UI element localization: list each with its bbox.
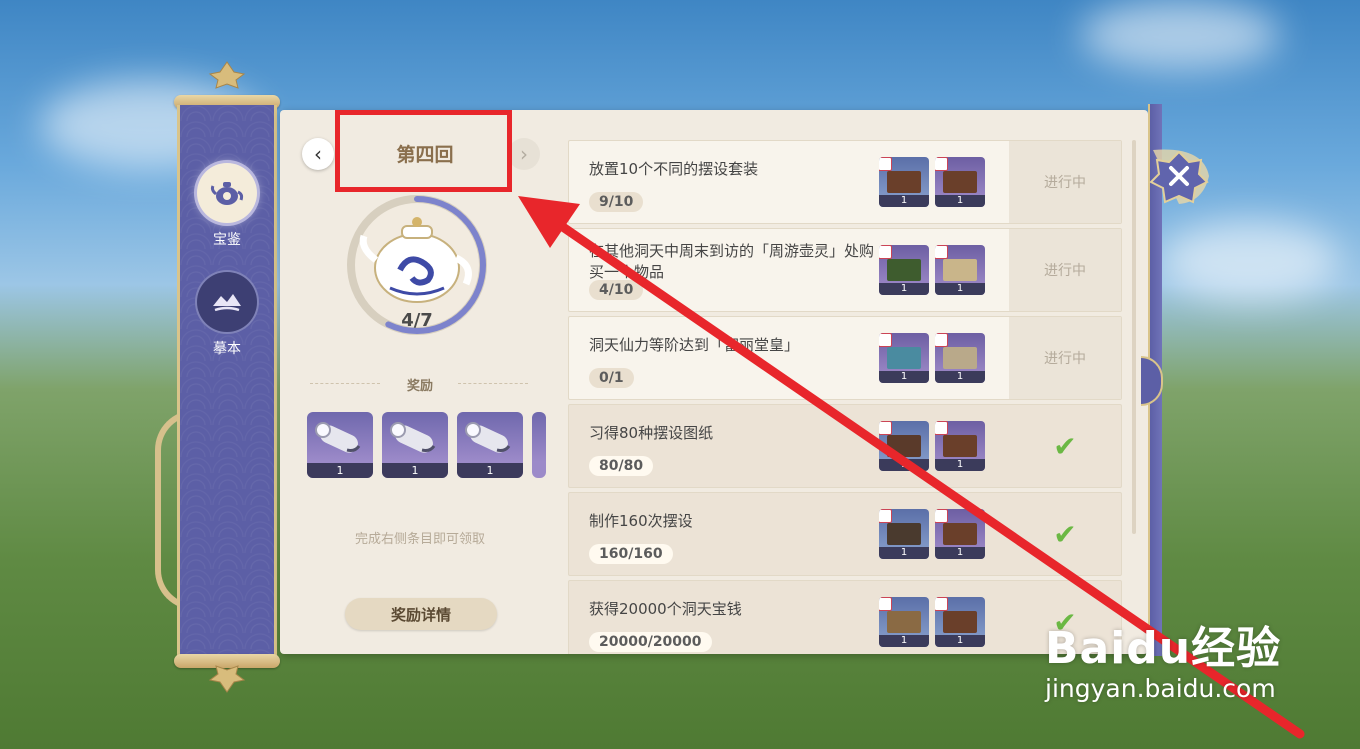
next-round-button[interactable]: › bbox=[508, 138, 540, 170]
reward-item-partial[interactable] bbox=[532, 412, 546, 478]
watermark-logo: Baidu经验 bbox=[1045, 623, 1282, 674]
sidebar-tab-label: 宝鉴 bbox=[213, 232, 241, 248]
thumb-count: 1 bbox=[879, 547, 929, 559]
thumb-count: 1 bbox=[879, 635, 929, 647]
task-title: 制作160次摆设 bbox=[589, 512, 693, 530]
task-status: 进行中 bbox=[1009, 141, 1121, 223]
task-reward-thumb[interactable]: 1 bbox=[879, 157, 929, 207]
task-reward-thumb[interactable]: 1 bbox=[879, 245, 929, 295]
sidebar-tab-copy[interactable]: 摹本 bbox=[180, 272, 274, 358]
task-row[interactable]: 制作160次摆设 160/160 1 1 ✔ bbox=[568, 492, 1122, 576]
task-status: ✔ bbox=[1053, 429, 1077, 463]
task-title: 习得80种摆设图纸 bbox=[589, 424, 714, 442]
task-reward-thumb[interactable]: 1 bbox=[935, 421, 985, 471]
scroll-finial-bottom bbox=[208, 665, 246, 693]
task-status: 进行中 bbox=[1009, 229, 1121, 311]
task-progress: 4/10 bbox=[589, 280, 644, 300]
thumb-count: 1 bbox=[879, 283, 929, 295]
task-title: 洞天仙力等阶达到「富丽堂皇」 bbox=[589, 336, 800, 354]
sidebar-tab-label: 摹本 bbox=[213, 341, 241, 357]
task-title: 在其他洞天中周末到访的「周游壶灵」处购买一个物品 bbox=[589, 242, 875, 281]
checkmark-icon: ✔ bbox=[1009, 405, 1121, 487]
divider bbox=[310, 383, 380, 384]
checkmark-icon: ✔ bbox=[1009, 493, 1121, 575]
task-reward-thumb[interactable]: 1 bbox=[879, 509, 929, 559]
reward-details-button[interactable]: 奖励详情 bbox=[345, 598, 497, 630]
annotation-highlight-box bbox=[335, 110, 512, 192]
task-row[interactable]: 放置10个不同的摆设套装 9/10 1 1 进行中 bbox=[568, 140, 1122, 224]
task-title: 获得20000个洞天宝钱 bbox=[589, 600, 742, 618]
thumb-count: 1 bbox=[935, 635, 985, 647]
thumb-count: 1 bbox=[935, 459, 985, 471]
task-list-scrollbar[interactable] bbox=[1132, 140, 1136, 534]
reward-hint: 完成右侧条目即可领取 bbox=[354, 532, 485, 547]
thumb-count: 1 bbox=[879, 195, 929, 207]
thumb-count: 1 bbox=[935, 371, 985, 383]
background-cloud bbox=[1160, 220, 1340, 300]
task-reward-thumb[interactable]: 1 bbox=[879, 421, 929, 471]
teapot-icon bbox=[197, 163, 257, 223]
task-row[interactable]: 洞天仙力等阶达到「富丽堂皇」 0/1 1 1 进行中 bbox=[568, 316, 1122, 400]
task-progress: 0/1 bbox=[589, 368, 634, 388]
task-row[interactable]: 习得80种摆设图纸 80/80 1 1 ✔ bbox=[568, 404, 1122, 488]
task-progress: 20000/20000 bbox=[589, 632, 712, 652]
background-cloud bbox=[1080, 0, 1280, 70]
task-progress: 160/160 bbox=[589, 544, 673, 564]
round-progress-text: 4/7 bbox=[401, 310, 433, 331]
sidebar: 宝鉴 摹本 bbox=[177, 105, 277, 657]
watermark-url: jingyan.baidu.com bbox=[1045, 674, 1276, 703]
task-reward-thumb[interactable]: 1 bbox=[935, 597, 985, 647]
task-reward-thumb[interactable]: 1 bbox=[879, 333, 929, 383]
reward-item[interactable]: 1 bbox=[382, 412, 448, 478]
thumb-count: 1 bbox=[879, 459, 929, 471]
mountain-cloud-icon bbox=[197, 272, 257, 332]
thumb-count: 1 bbox=[935, 547, 985, 559]
thumb-count: 1 bbox=[935, 283, 985, 295]
task-row[interactable]: 获得20000个洞天宝钱 20000/20000 1 1 ✔ bbox=[568, 580, 1122, 654]
reward-label: 奖励 bbox=[406, 379, 433, 394]
baidu-watermark: Baidu经验 jingyan.baidu.com bbox=[1045, 612, 1281, 703]
reward-count: 1 bbox=[307, 463, 373, 478]
divider bbox=[458, 383, 528, 384]
task-row[interactable]: 在其他洞天中周末到访的「周游壶灵」处购买一个物品 4/10 1 1 进行中 bbox=[568, 228, 1122, 312]
reward-count: 1 bbox=[457, 463, 523, 478]
task-reward-thumb[interactable]: 1 bbox=[935, 509, 985, 559]
task-reward-thumb[interactable]: 1 bbox=[935, 157, 985, 207]
thumb-count: 1 bbox=[879, 371, 929, 383]
task-progress: 80/80 bbox=[589, 456, 654, 476]
task-title: 放置10个不同的摆设套装 bbox=[589, 160, 759, 178]
close-icon[interactable] bbox=[1143, 146, 1211, 206]
scroll-blueprint-icon bbox=[315, 422, 361, 453]
reward-count: 1 bbox=[382, 463, 448, 478]
reward-item[interactable]: 1 bbox=[457, 412, 523, 478]
scroll-finial-top bbox=[208, 61, 246, 89]
scroll-blueprint-icon bbox=[465, 422, 511, 453]
task-reward-thumb[interactable]: 1 bbox=[935, 245, 985, 295]
task-status: 进行中 bbox=[1009, 317, 1121, 399]
task-reward-thumb[interactable]: 1 bbox=[879, 597, 929, 647]
task-progress: 9/10 bbox=[589, 192, 644, 212]
scroll-blueprint-icon bbox=[390, 422, 436, 453]
reward-item[interactable]: 1 bbox=[307, 412, 373, 478]
thumb-count: 1 bbox=[935, 195, 985, 207]
task-reward-thumb[interactable]: 1 bbox=[935, 333, 985, 383]
task-status: ✔ bbox=[1053, 517, 1077, 551]
sidebar-tab-treasure-book[interactable]: 宝鉴 bbox=[180, 163, 274, 249]
previous-round-button[interactable]: ‹ bbox=[302, 138, 334, 170]
